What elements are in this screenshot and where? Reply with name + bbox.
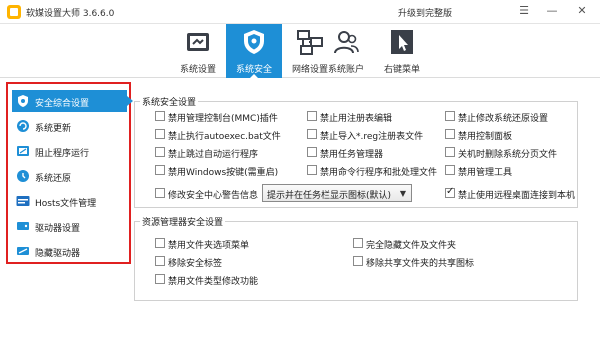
main-toolbar: 系统设置 系统安全 网络设置 系统账户 右键菜单: [0, 24, 600, 79]
tab-label: 系统设置: [179, 65, 216, 75]
checkbox[interactable]: [445, 165, 455, 175]
checkbox-label: 移除安全标签: [168, 259, 223, 269]
minimize-icon[interactable]: —: [542, 2, 562, 20]
update-icon: [17, 120, 29, 132]
block-icon: [17, 146, 29, 156]
checkbox[interactable]: [353, 238, 363, 248]
checkbox[interactable]: [445, 129, 455, 139]
tab-system-security[interactable]: 系统安全: [226, 24, 282, 79]
tab-system-accounts[interactable]: 系统账户: [318, 24, 374, 78]
security-center-dropdown[interactable]: 提示并在任务栏显示图标(默认) ▼: [262, 184, 412, 202]
sidebar-item-label: 驱动器设置: [35, 224, 81, 234]
sidebar-item-system-update[interactable]: 系统更新: [12, 115, 127, 137]
title-bar: 软媒设置大师 3.6.6.0 升级到完整版 ☰ — ✕: [0, 0, 600, 24]
checkbox-label: 禁用管理工具: [458, 168, 513, 178]
checkbox-label: 禁用控制面板: [458, 132, 513, 142]
sidebar-item-label: 安全综合设置: [35, 99, 90, 109]
checkbox-label: 禁用Windows按键(需重启): [168, 168, 279, 178]
dropdown-value: 提示并在任务栏显示图标(默认): [267, 191, 392, 201]
checkbox[interactable]: [445, 111, 455, 121]
checkbox[interactable]: [155, 111, 165, 121]
tab-label: 系统安全: [235, 65, 272, 75]
checkbox[interactable]: [353, 256, 363, 266]
checkbox-label: 完全隐藏文件及文件夹: [366, 241, 457, 251]
app-logo-icon: [7, 5, 21, 19]
tab-system-settings[interactable]: 系统设置: [170, 24, 226, 78]
hosts-icon: [16, 196, 30, 206]
sidebar-item-label: 隐藏驱动器: [35, 249, 81, 259]
shield-icon: [244, 30, 264, 54]
checkbox[interactable]: [155, 256, 165, 266]
sidebar-item-label: 系统还原: [35, 174, 72, 184]
checkbox-label: 禁止使用远程桌面连接到本机: [458, 191, 576, 201]
shield-icon: [18, 95, 28, 107]
checkbox-label: 禁用任务管理器: [320, 150, 384, 160]
sidebar-item-label: 系统更新: [35, 124, 72, 134]
checkbox-label: 移除共享文件夹的共享图标: [366, 259, 475, 269]
checkbox[interactable]: [307, 147, 317, 157]
checkbox[interactable]: [307, 165, 317, 175]
checkbox-label: 修改安全中心警告信息: [168, 191, 259, 201]
restore-icon: [17, 170, 29, 182]
sidebar-item-hide-drives[interactable]: 隐藏驱动器: [12, 240, 127, 262]
checkbox[interactable]: [445, 147, 455, 157]
checkbox[interactable]: [155, 129, 165, 139]
checkbox[interactable]: [307, 111, 317, 121]
drive-icon: [17, 222, 29, 230]
system-security-title: 系统安全设置: [140, 95, 199, 108]
checkbox-label: 禁止修改系统还原设置: [458, 114, 549, 124]
sidebar-item-label: 阻止程序运行: [35, 149, 90, 159]
hidden-drive-icon: [17, 247, 29, 255]
explorer-security-title: 资源管理器安全设置: [140, 215, 226, 228]
hamburger-menu-icon[interactable]: ☰: [514, 2, 534, 20]
chevron-down-icon: ▼: [399, 189, 406, 198]
checkbox-label: 禁用管理控制台(MMC)插件: [168, 114, 278, 124]
checkbox[interactable]: [155, 188, 165, 198]
checkbox-label: 禁用文件夹选项菜单: [168, 241, 250, 251]
toolbox-icon: [187, 33, 209, 51]
checkbox[interactable]: [445, 186, 455, 198]
users-icon: [334, 31, 359, 54]
checkbox-label: 禁用文件类型修改功能: [168, 277, 259, 287]
upgrade-link[interactable]: 升级到完整版: [398, 6, 452, 19]
cursor-icon: [391, 30, 413, 54]
sidebar-item-drive-settings[interactable]: 驱动器设置: [12, 215, 127, 237]
sidebar-item-security-overview[interactable]: 安全综合设置: [12, 90, 133, 112]
tab-label: 右键菜单: [383, 65, 420, 75]
checkbox-label: 禁止用注册表编辑: [320, 114, 393, 124]
sidebar-item-label: Hosts文件管理: [35, 199, 97, 209]
checkbox-label: 关机时删除系统分页文件: [458, 150, 558, 160]
checkbox[interactable]: [155, 238, 165, 248]
close-icon[interactable]: ✕: [572, 2, 592, 20]
checkbox[interactable]: [155, 165, 165, 175]
checkbox[interactable]: [155, 274, 165, 284]
sidebar-item-hosts[interactable]: Hosts文件管理: [12, 190, 127, 212]
checkbox[interactable]: [307, 129, 317, 139]
tab-context-menu[interactable]: 右键菜单: [374, 24, 430, 78]
sidebar-item-system-restore[interactable]: 系统还原: [12, 165, 127, 187]
window-title: 软媒设置大师 3.6.6.0: [26, 9, 115, 19]
checkbox-label: 禁用命令行程序和批处理文件: [320, 168, 438, 178]
sidebar-item-block-programs[interactable]: 阻止程序运行: [12, 140, 127, 162]
checkbox[interactable]: [155, 147, 165, 157]
sidebar: 安全综合设置 系统更新 阻止程序运行 系统还原 Hosts文件管理 驱动器设置 …: [6, 82, 133, 264]
checkbox-label: 禁止跳过自动运行程序: [168, 150, 259, 160]
checkbox-label: 禁止导入*.reg注册表文件: [320, 132, 424, 142]
tab-label: 系统账户: [327, 65, 364, 75]
checkbox-label: 禁止执行autoexec.bat文件: [168, 132, 281, 142]
